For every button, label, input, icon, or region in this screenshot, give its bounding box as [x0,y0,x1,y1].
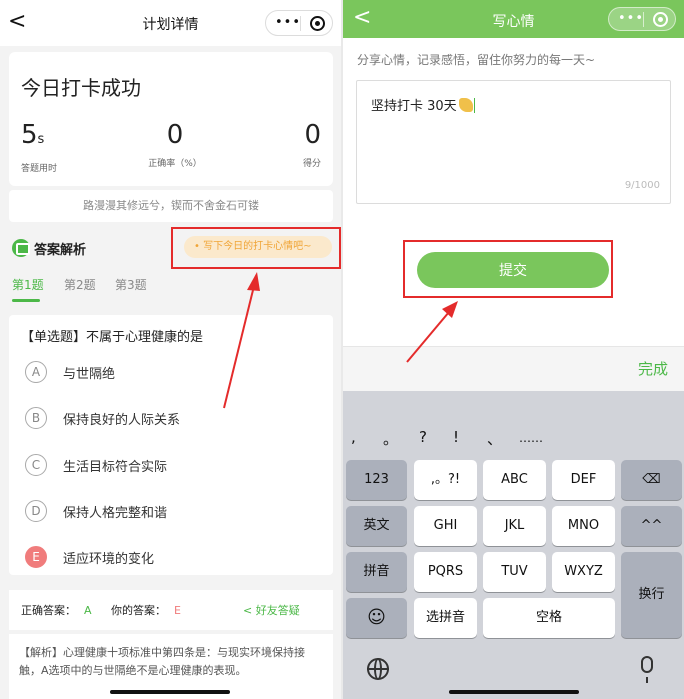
more-icon[interactable]: ••• [618,11,644,26]
candidate-question[interactable]: ? [419,428,427,446]
tab-question-2[interactable]: 第2题 [64,276,96,293]
stat-score-value: 0 [304,120,321,150]
emoji-icon[interactable]: ☺ [346,598,407,638]
analysis-title: 答案解析 [34,243,87,258]
stat-accuracy-label: 正确率（%） [148,159,202,169]
text-caret [473,98,475,113]
keyboard: , 。 ? ! 、 …… 123 ,。?! ABC DEF ⌫ 英文 GHI J… [343,391,684,699]
stat-accuracy: 0 正确率（%） [145,120,205,169]
stat-time-label: 答题用时 [21,164,58,174]
candidate-enum-comma[interactable]: 、 [487,428,502,449]
mini-program-capsule: ••• [608,7,676,31]
success-title: 今日打卡成功 [21,76,141,100]
option-c-text: 生活目标符合实际 [63,460,168,475]
option-e-badge: E [25,546,47,568]
more-icon[interactable]: ••• [275,15,301,30]
candidate-comma[interactable]: , [351,428,356,446]
key-mno[interactable]: MNO [552,506,615,546]
your-answer-value: E [174,604,181,617]
key-select-pinyin[interactable]: 选拼音 [414,598,477,638]
question-card: 【单选题】不属于心理健康的是 A 与世隔绝 B 保持良好的人际关系 C 生活目标… [9,315,333,575]
correct-answer-label: 正确答案： [21,604,76,617]
key-enter[interactable]: 换行 [621,552,682,638]
candidate-period[interactable]: 。 [383,428,398,449]
option-d-text: 保持人格完整和谐 [63,506,168,521]
key-pqrs[interactable]: PQRS [414,552,477,592]
checkin-success-card: 今日打卡成功 5s 答题用时 0 正确率（%） 0 得分 [9,52,333,186]
key-space[interactable]: 空格 [483,598,615,638]
mood-input-value: 坚持打卡 30天 [371,95,475,114]
your-answer-label: 你的答案： [111,604,166,617]
flexed-biceps-icon [458,98,473,112]
option-c-badge: C [25,454,47,476]
done-button[interactable]: 完成 [638,358,668,379]
keyboard-accessory-bar: 完成 [343,346,684,391]
key-pinyin[interactable]: 拼音 [346,552,407,592]
plan-detail-screen: < 计划详情 ••• 今日打卡成功 5s 答题用时 0 正确率（%） 0 得分 … [0,0,341,699]
option-b-text: 保持良好的人际关系 [63,413,181,428]
correct-answer: 正确答案： A [21,602,92,618]
candidate-exclaim[interactable]: ! [453,428,459,446]
key-abc[interactable]: ABC [483,460,546,500]
close-program-icon[interactable] [310,16,325,31]
close-program-icon[interactable] [653,12,668,27]
tab-question-3[interactable]: 第3题 [115,276,147,293]
option-e-text: 适应环境的变化 [63,552,155,567]
highlight-box-mood [171,227,341,269]
mood-hint: 分享心情，记录感悟，留住你努力的每一天~ [357,53,596,67]
ask-friend-button[interactable]: < 好友答疑 [243,602,300,618]
globe-icon[interactable] [367,658,389,680]
nav-bar: < 计划详情 ••• [0,0,341,46]
key-123[interactable]: 123 [346,460,407,500]
candidate-ellipsis[interactable]: …… [519,431,543,445]
key-emoticon[interactable]: ^^ [621,506,682,546]
your-answer: 你的答案： E [111,602,181,618]
option-a-badge: A [25,361,47,383]
stat-time-value: 5 [21,120,38,150]
write-mood-screen: < 写心情 ••• 分享心情，记录感悟，留住你努力的每一天~ 坚持打卡 30天 … [343,0,684,699]
nav-bar-mood: < 写心情 ••• [343,0,684,38]
microphone-icon[interactable] [641,656,653,683]
option-d-badge: D [25,500,47,522]
capsule-divider [300,16,301,31]
option-b-badge: B [25,407,47,429]
answer-summary: 正确答案： A 你的答案： E < 好友答疑 [9,590,333,630]
mood-textarea[interactable]: 坚持打卡 30天 9/1000 [356,80,671,204]
key-ghi[interactable]: GHI [414,506,477,546]
active-tab-indicator [12,299,40,302]
key-punct[interactable]: ,。?! [414,460,477,500]
highlight-box-submit [403,240,613,298]
home-indicator [110,690,230,694]
motto-text: 路漫漫其修远兮，锲而不舍金石可镂 [9,190,333,222]
option-a-text: 与世隔绝 [63,367,116,382]
char-count: 9/1000 [624,180,660,191]
key-wxyz[interactable]: WXYZ [552,552,615,592]
correct-answer-value: A [84,604,92,617]
home-indicator [449,690,579,694]
mini-program-capsule: ••• [265,10,333,36]
stat-time: 5s 答题用时 [21,120,57,174]
key-jkl[interactable]: JKL [483,506,546,546]
analysis-icon [12,239,30,257]
tab-question-1[interactable]: 第1题 [12,276,44,293]
capsule-divider [643,12,644,27]
stat-accuracy-value: 0 [166,120,184,150]
key-def[interactable]: DEF [552,460,615,500]
question-text: 【单选题】不属于心理健康的是 [21,330,204,345]
mood-input-text: 坚持打卡 30天 [371,99,457,114]
stat-score: 0 得分 [291,120,321,169]
stat-score-label: 得分 [302,159,321,169]
backspace-icon[interactable]: ⌫ [621,460,682,500]
key-english[interactable]: 英文 [346,506,407,546]
key-tuv[interactable]: TUV [483,552,546,592]
stat-time-unit: s [37,132,45,147]
